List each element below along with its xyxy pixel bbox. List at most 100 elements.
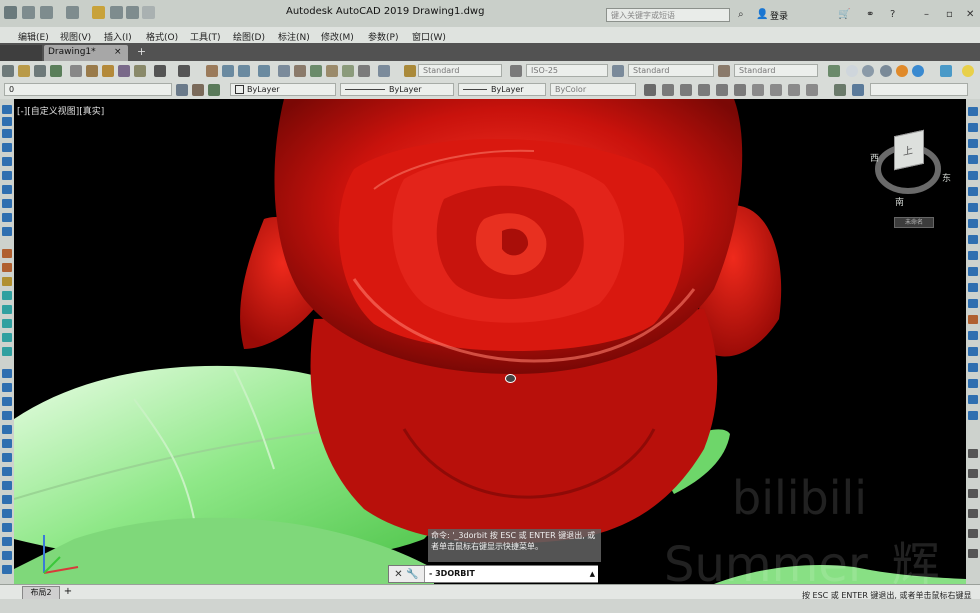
save-toolbar-icon[interactable]	[34, 65, 46, 77]
blockeditor-icon[interactable]	[134, 65, 146, 77]
tab-start[interactable]	[0, 45, 42, 61]
polyline-icon[interactable]	[2, 129, 12, 138]
redo-icon[interactable]	[66, 6, 79, 19]
move-icon[interactable]	[2, 439, 12, 448]
close-icon[interactable]: ✕	[392, 568, 405, 581]
menu-format[interactable]: 格式(O)	[146, 30, 178, 43]
view-back-icon[interactable]	[734, 84, 746, 96]
menu-modify[interactable]: 修改(M)	[321, 30, 354, 43]
menu-tools[interactable]: 工具(T)	[190, 30, 221, 43]
view-top-icon[interactable]	[644, 84, 656, 96]
user-icon[interactable]: 👤	[756, 9, 768, 21]
dim-style-select[interactable]: ISO-25	[526, 64, 608, 77]
render-icon[interactable]	[940, 65, 952, 77]
menu-edit[interactable]: 编辑(E)	[18, 30, 49, 43]
dim-angular-icon[interactable]	[968, 219, 978, 228]
command-input[interactable]: - 3DORBIT ▲	[424, 566, 598, 582]
dim-aligned-icon[interactable]	[968, 123, 978, 132]
polar-icon[interactable]	[968, 529, 978, 538]
viewcube-ucs-menu[interactable]: 未命名	[894, 217, 934, 228]
dim-continue-icon[interactable]	[968, 267, 978, 276]
dim-space-icon[interactable]	[968, 283, 978, 292]
visual-style-hidden-icon[interactable]	[880, 65, 892, 77]
snap-icon[interactable]	[968, 469, 978, 478]
app-menu-icon[interactable]	[4, 6, 17, 19]
add-layout-button[interactable]: +	[62, 586, 74, 598]
toolpalettes-icon[interactable]	[310, 65, 322, 77]
layer-state-icon[interactable]	[208, 84, 220, 96]
fillet-icon[interactable]	[2, 565, 12, 574]
tolerance-icon[interactable]	[968, 315, 978, 324]
view-se-iso-icon[interactable]	[770, 84, 782, 96]
lineweight-select[interactable]: ByLayer	[458, 83, 546, 96]
undo-toolbar-icon[interactable]	[154, 65, 166, 77]
mirror-icon[interactable]	[2, 397, 12, 406]
center-mark-icon[interactable]	[968, 331, 978, 340]
dim-update-icon[interactable]	[968, 411, 978, 420]
exchange-icon[interactable]: ⚭	[866, 9, 874, 21]
copy-icon[interactable]	[86, 65, 98, 77]
gradient-icon[interactable]	[2, 305, 12, 314]
revcloud-icon[interactable]	[2, 199, 12, 208]
close-tab-icon[interactable]: ×	[114, 47, 122, 57]
view-select[interactable]	[870, 83, 968, 96]
dim-baseline-icon[interactable]	[968, 251, 978, 260]
plot-icon[interactable]	[126, 6, 139, 19]
dim-diameter-icon[interactable]	[968, 203, 978, 212]
viewcube-top-face[interactable]: 上	[894, 129, 924, 171]
trim-icon[interactable]	[2, 495, 12, 504]
point-icon[interactable]	[2, 277, 12, 286]
view-right-icon[interactable]	[698, 84, 710, 96]
viewport-scroll-icon[interactable]	[968, 449, 978, 458]
properties-icon[interactable]	[278, 65, 290, 77]
zoom-previous-icon[interactable]	[258, 65, 270, 77]
quick-dim-icon[interactable]	[968, 235, 978, 244]
undo-icon[interactable]	[40, 6, 53, 19]
zoom-realtime-icon[interactable]	[222, 65, 234, 77]
line-tool-icon[interactable]	[2, 105, 12, 114]
dim-radius-icon[interactable]	[968, 171, 978, 180]
scale-icon[interactable]	[2, 467, 12, 476]
view-sw-iso-icon[interactable]	[752, 84, 764, 96]
binoculars-icon[interactable]: ⌕	[738, 9, 744, 21]
help-toolbar-icon[interactable]	[378, 65, 390, 77]
new-file-icon[interactable]	[22, 6, 35, 19]
light-icon[interactable]	[962, 65, 974, 77]
viewport-controls-label[interactable]: [-][自定义视图][真实]	[17, 104, 104, 117]
polygon-icon[interactable]	[2, 143, 12, 152]
camera-icon[interactable]	[852, 84, 864, 96]
layer-select[interactable]: 0	[4, 83, 172, 96]
view-front-icon[interactable]	[716, 84, 728, 96]
stretch-icon[interactable]	[2, 481, 12, 490]
arc-icon[interactable]	[2, 171, 12, 180]
layer-previous-icon[interactable]	[192, 84, 204, 96]
view-left-icon[interactable]	[680, 84, 692, 96]
text-style-select[interactable]: Standard	[418, 64, 502, 77]
zoom-window-icon[interactable]	[238, 65, 250, 77]
cart-icon[interactable]: 🛒	[838, 9, 850, 21]
insert-block-icon[interactable]	[2, 249, 12, 258]
region-icon[interactable]	[2, 319, 12, 328]
table-icon[interactable]	[2, 333, 12, 342]
help-icon[interactable]: ?	[890, 9, 895, 21]
redo-toolbar-icon[interactable]	[178, 65, 190, 77]
recent-commands-icon[interactable]: ▲	[590, 566, 595, 582]
linetype-select[interactable]: ByLayer	[340, 83, 454, 96]
plotstyle-select[interactable]: ByColor	[550, 83, 636, 96]
pan-icon[interactable]	[206, 65, 218, 77]
dim-ordinate-icon[interactable]	[968, 155, 978, 164]
new-tab-button[interactable]: +	[135, 46, 148, 59]
visual-style-2d-icon[interactable]	[846, 65, 858, 77]
menu-window[interactable]: 窗口(W)	[412, 30, 446, 43]
circle-icon[interactable]	[2, 185, 12, 194]
view-ne-iso-icon[interactable]	[788, 84, 800, 96]
jogged-linear-icon[interactable]	[968, 363, 978, 372]
menu-draw[interactable]: 绘图(D)	[233, 30, 265, 43]
make-current-layer-icon[interactable]	[176, 84, 188, 96]
drawing-viewport[interactable]: [-][自定义视图][真实] 上 西 东 南 未命名 bilibili Summ…	[14, 99, 966, 584]
dim-edit-icon[interactable]	[968, 379, 978, 388]
viewcube-east[interactable]: 东	[942, 171, 951, 184]
save-icon[interactable]	[110, 6, 123, 19]
rectangle-icon[interactable]	[2, 157, 12, 166]
mtext-icon[interactable]	[2, 347, 12, 356]
